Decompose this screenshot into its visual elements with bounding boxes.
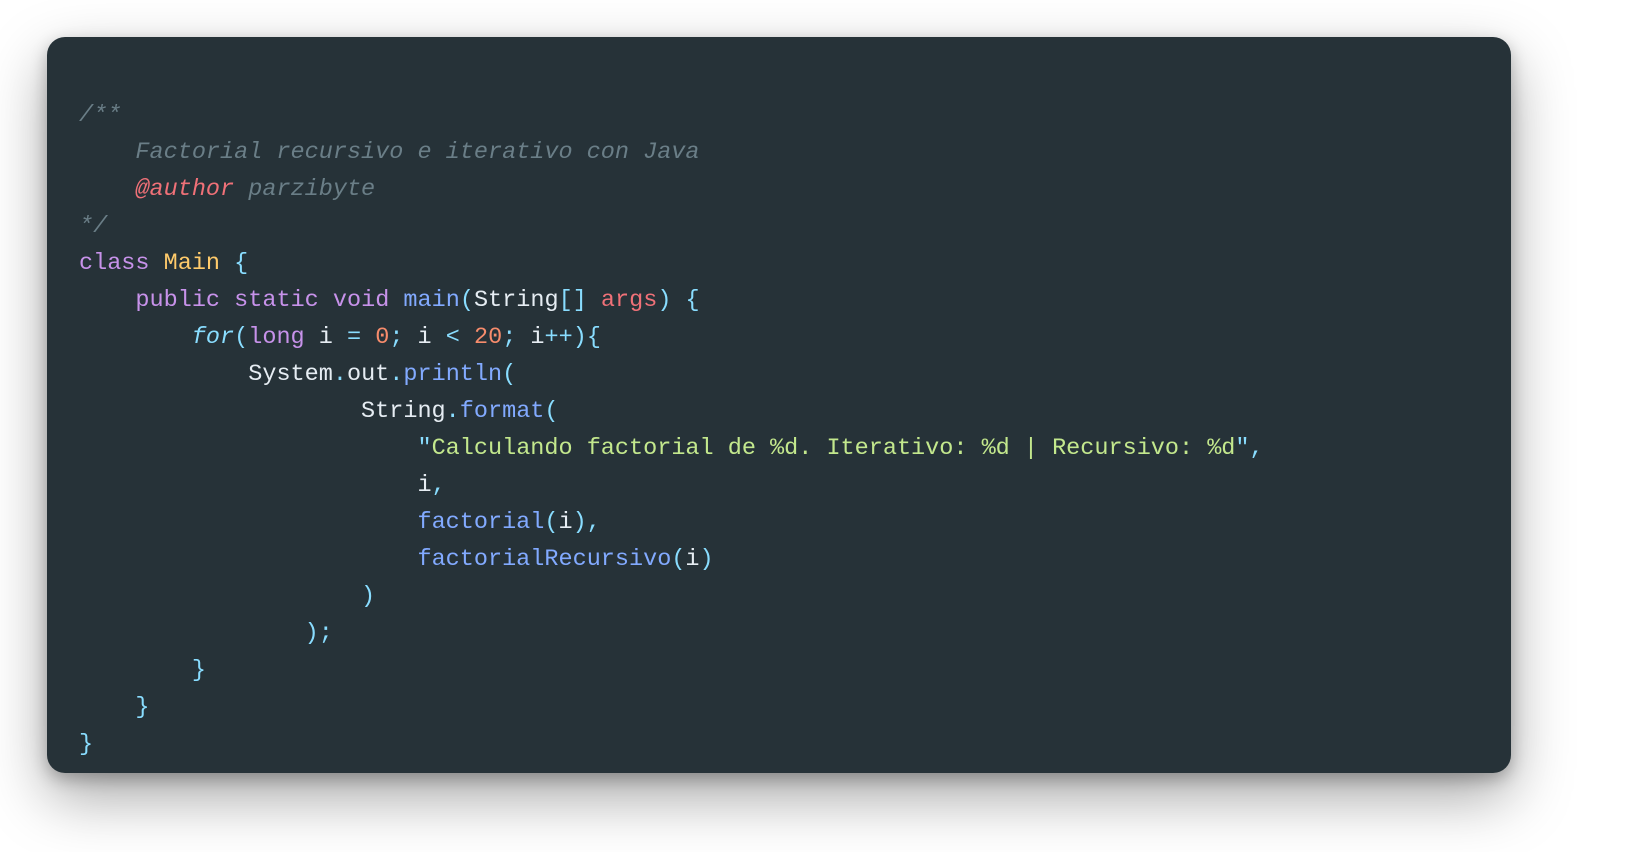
brace-close: } [79, 731, 93, 758]
brace-close: } [135, 694, 149, 721]
type-string: String [474, 287, 559, 314]
kw-void: void [333, 287, 389, 314]
javadoc-author-tag: @author [135, 176, 234, 203]
param-args: args [601, 287, 657, 314]
comment-author-line: @author parzibyte [79, 176, 375, 203]
comment-close: */ [79, 213, 107, 240]
fn-println: println [403, 361, 502, 388]
brace-close: } [192, 657, 206, 684]
string-literal: "Calculando factorial de %d. Iterativo: … [417, 435, 1249, 462]
lit-twenty: 20 [474, 324, 502, 351]
kw-class: class [79, 250, 150, 277]
call-factorial: factorial [417, 509, 544, 536]
fn-format: format [460, 398, 545, 425]
call-factorial-recursivo: factorialRecursivo [417, 546, 671, 573]
lit-zero: 0 [375, 324, 389, 351]
kw-for: for [192, 324, 234, 351]
kw-long: long [248, 324, 304, 351]
code-block: /** Factorial recursivo e iterativo con … [79, 97, 1491, 763]
fn-main: main [403, 287, 459, 314]
code-snippet-card: /** Factorial recursivo e iterativo con … [47, 37, 1511, 773]
id-out: out [347, 361, 389, 388]
id-string: String [361, 398, 446, 425]
class-name: Main [164, 250, 220, 277]
brace-open: { [234, 250, 248, 277]
kw-static: static [234, 287, 319, 314]
id-system: System [248, 361, 333, 388]
comment-open: /** [79, 102, 121, 129]
kw-public: public [135, 287, 220, 314]
comment-desc: Factorial recursivo e iterativo con Java [79, 139, 700, 166]
